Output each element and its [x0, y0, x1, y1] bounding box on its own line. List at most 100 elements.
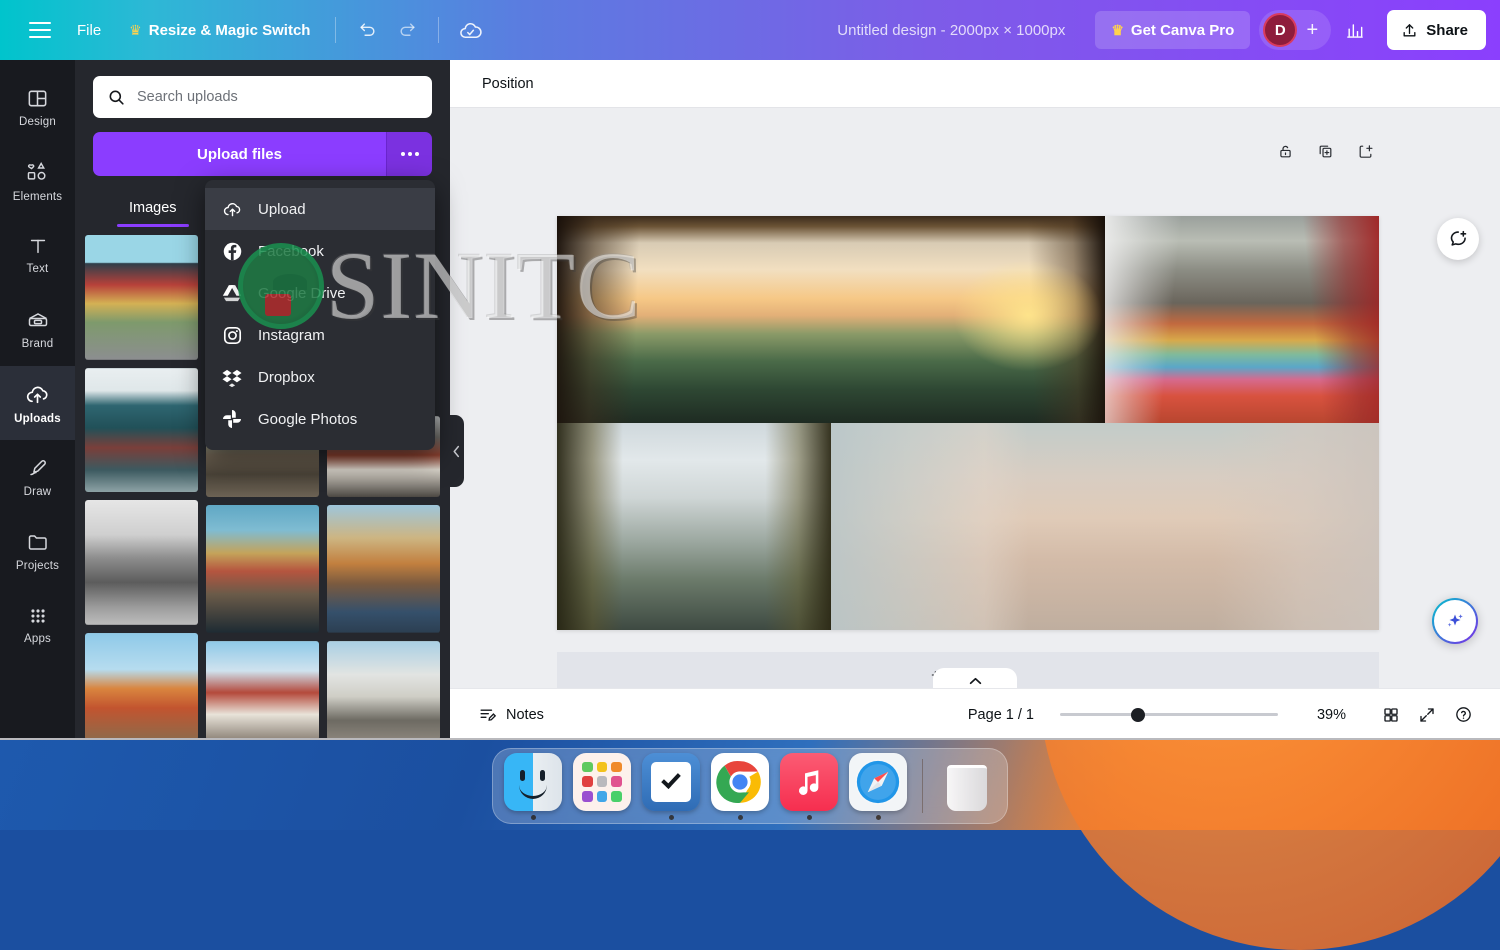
add-page-after-icon[interactable]	[1352, 138, 1378, 164]
undo-icon[interactable]	[348, 11, 386, 49]
list-item[interactable]	[206, 641, 319, 740]
design-page-1[interactable]	[557, 216, 1379, 630]
position-button[interactable]: Position	[472, 69, 544, 99]
menu-item-dropbox[interactable]: Dropbox	[205, 356, 435, 398]
menu-item-instagram[interactable]: Instagram	[205, 314, 435, 356]
search-input[interactable]	[137, 89, 418, 105]
share-button[interactable]: Share	[1387, 10, 1486, 50]
zoom-slider[interactable]	[1060, 705, 1278, 725]
notes-icon	[478, 705, 497, 724]
macos-dock	[492, 748, 1008, 824]
upload-files-button[interactable]: Upload files	[93, 132, 386, 176]
sidebar-label-design: Design	[19, 116, 56, 128]
list-item[interactable]	[327, 641, 440, 740]
left-rail: Design Elements Text	[0, 60, 75, 740]
help-circle-icon[interactable]	[1448, 700, 1478, 730]
sidebar-item-projects[interactable]: Projects	[0, 514, 75, 588]
dock-item-music[interactable]	[779, 753, 839, 820]
resize-magic-switch-button[interactable]: ♛ Resize & Magic Switch	[116, 12, 323, 48]
page-row-top	[557, 216, 1379, 423]
dock-item-chrome[interactable]	[710, 753, 770, 820]
redo-icon[interactable]	[388, 11, 426, 49]
upload-cloud-icon	[25, 382, 50, 407]
file-menu-button[interactable]: File	[64, 12, 114, 48]
trash-icon	[938, 753, 996, 811]
menu-item-upload[interactable]: Upload	[205, 188, 435, 230]
duplicate-page-icon[interactable]	[1312, 138, 1338, 164]
dock-item-launchpad[interactable]	[572, 753, 632, 820]
menu-item-google-drive[interactable]: Google Drive	[205, 272, 435, 314]
shapes-icon	[25, 160, 50, 185]
canvas-image-rainbow-street-church[interactable]	[1105, 216, 1379, 423]
list-item[interactable]	[85, 633, 198, 740]
grid-view-icon[interactable]	[1376, 700, 1406, 730]
lock-icon[interactable]	[1272, 138, 1298, 164]
dock-item-trash[interactable]	[937, 753, 997, 820]
list-item[interactable]	[327, 505, 440, 632]
sidebar-label-projects: Projects	[16, 560, 59, 572]
top-toolbar: File ♛ Resize & Magic Switch	[0, 0, 1500, 60]
list-item[interactable]	[85, 500, 198, 625]
design-title[interactable]: Untitled design - 2000px × 1000px	[825, 15, 1077, 46]
canvas-image-iceland-photo-collage[interactable]	[831, 423, 1379, 630]
add-comment-icon[interactable]	[1437, 218, 1479, 260]
context-toolbar: Position	[450, 60, 1500, 108]
sidebar-item-text[interactable]: Text	[0, 218, 75, 292]
canvas-scroll-area[interactable]: + Add page	[450, 108, 1500, 688]
dock-item-things[interactable]	[641, 753, 701, 820]
notes-label: Notes	[506, 707, 544, 723]
page-row-bottom	[557, 423, 1379, 630]
add-collaborator-icon[interactable]: +	[1297, 15, 1327, 45]
ellipsis-icon[interactable]	[386, 132, 432, 176]
list-item[interactable]	[85, 235, 198, 360]
list-item[interactable]	[85, 368, 198, 493]
notes-button[interactable]: Notes	[468, 698, 554, 731]
canvas-image-skogafoss-rainbow-waterfall[interactable]	[557, 423, 831, 630]
upload-share-icon	[1401, 22, 1418, 39]
sidebar-item-design[interactable]: Design	[0, 70, 75, 144]
avatar[interactable]: D	[1263, 13, 1297, 47]
sidebar-item-elements[interactable]: Elements	[0, 144, 75, 218]
running-indicator	[876, 815, 881, 820]
toolbar-divider-1	[335, 17, 336, 43]
list-item[interactable]	[206, 505, 319, 632]
toolbar-center-group: Untitled design - 2000px × 1000px	[489, 15, 1095, 46]
menu-item-label: Facebook	[258, 243, 324, 260]
sidebar-item-apps[interactable]: Apps	[0, 588, 75, 662]
menu-item-google-photos[interactable]: Google Photos	[205, 398, 435, 440]
toolbar-left-group: File ♛ Resize & Magic Switch	[18, 10, 489, 50]
dock-item-safari[interactable]	[848, 753, 908, 820]
instagram-icon	[221, 324, 243, 346]
expand-fullscreen-icon[interactable]	[1412, 700, 1442, 730]
zoom-track	[1060, 713, 1278, 716]
zoom-knob[interactable]	[1131, 708, 1145, 722]
dropbox-icon	[221, 366, 243, 388]
crown-icon: ♛	[129, 23, 142, 37]
hamburger-icon[interactable]	[18, 10, 62, 50]
get-canva-pro-button[interactable]: ♛ Get Canva Pro	[1095, 11, 1250, 49]
collapse-panel-button[interactable]	[449, 415, 464, 487]
editor-area: Position	[450, 60, 1500, 740]
tab-images[interactable]: Images	[111, 194, 195, 227]
menu-item-label: Instagram	[258, 327, 325, 344]
sidebar-label-elements: Elements	[13, 191, 63, 203]
sidebar-item-draw[interactable]: Draw	[0, 440, 75, 514]
running-indicator	[807, 815, 812, 820]
toolbar-right-group: ♛ Get Canva Pro D + Share	[1095, 10, 1486, 50]
sidebar-item-brand[interactable]: Brand	[0, 292, 75, 366]
bar-chart-icon[interactable]	[1336, 11, 1374, 49]
resize-magic-switch-label: Resize & Magic Switch	[149, 22, 311, 39]
cloud-saved-icon[interactable]	[451, 11, 489, 49]
dock-item-finder[interactable]	[503, 753, 563, 820]
page-tools-group	[1272, 138, 1378, 164]
menu-item-facebook[interactable]: Facebook	[205, 230, 435, 272]
zoom-value: 39%	[1300, 707, 1346, 723]
search-uploads-field[interactable]	[93, 76, 432, 118]
magic-sparkle-icon[interactable]	[1432, 598, 1478, 644]
sidebar-item-uploads[interactable]: Uploads	[0, 366, 75, 440]
expand-canvas-handle[interactable]	[933, 668, 1017, 688]
menu-item-label: Google Photos	[258, 411, 357, 428]
upload-files-row: Upload files	[93, 132, 432, 176]
canvas-image-waterfall-cave-sunset[interactable]	[557, 216, 1105, 423]
facebook-icon	[221, 240, 243, 262]
